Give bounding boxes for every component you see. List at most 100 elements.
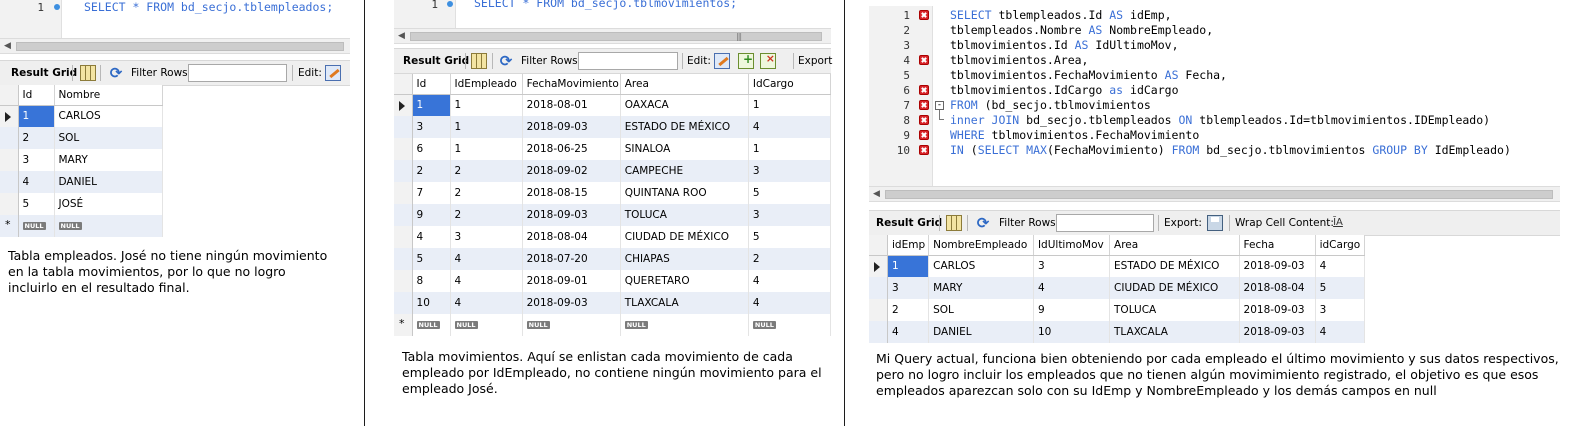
- table-cell[interactable]: 2: [18, 127, 55, 149]
- refresh-filter-icon[interactable]: ⟳: [498, 53, 514, 69]
- table-cell[interactable]: 3: [412, 116, 451, 138]
- editor-hscrollbar[interactable]: ◀ |||: [394, 28, 831, 44]
- table-row[interactable]: 1 CARLOS: [0, 105, 163, 127]
- table-cell[interactable]: JOSÉ: [54, 193, 163, 215]
- column-header[interactable]: Nombre: [54, 85, 163, 106]
- filter-rows-input[interactable]: [1056, 214, 1154, 232]
- table-cell[interactable]: 2: [887, 299, 930, 321]
- table-cell[interactable]: 4: [748, 270, 832, 292]
- editor-hscrollbar[interactable]: ◀: [0, 38, 350, 54]
- table-row[interactable]: 3 MARY: [0, 149, 163, 171]
- table-cell[interactable]: 2: [450, 204, 523, 226]
- table-row[interactable]: 1 CARLOS 3 ESTADO DE MÉXICO 2018-09-03 4: [869, 255, 1366, 277]
- table-cell[interactable]: 2018-09-03: [522, 204, 621, 226]
- table-cell[interactable]: 2018-08-04: [522, 226, 621, 248]
- table-cell[interactable]: 2: [450, 182, 523, 204]
- sql-editor-query[interactable]: 1 SELECT tblempleados.Id AS idEmp, 2 tblemp…: [869, 6, 1560, 186]
- wrap-cell-icon[interactable]: ĪA: [1330, 215, 1346, 231]
- result-grid-tab[interactable]: Result Grid: [11, 61, 77, 85]
- table-row[interactable]: 7 2 2018-08-15 QUINTANA ROO 5: [394, 182, 832, 204]
- table-cell[interactable]: 2018-09-03: [522, 292, 621, 314]
- table-cell[interactable]: 2018-08-04: [1239, 277, 1316, 299]
- table-row[interactable]: 8 4 2018-09-01 QUERETARO 4: [394, 270, 832, 292]
- table-row[interactable]: 9 2 2018-09-03 TOLUCA 3: [394, 204, 832, 226]
- table-cell[interactable]: SOL: [928, 299, 1034, 321]
- scroll-left-icon[interactable]: ◀: [873, 189, 880, 199]
- table-cell[interactable]: 10: [412, 292, 451, 314]
- table-cell[interactable]: 6: [412, 138, 451, 160]
- table-cell[interactable]: CARLOS: [928, 255, 1034, 277]
- sql-editor-empleados[interactable]: 1 SELECT * FROM bd_secjo.tblempleados;: [0, 0, 350, 38]
- table-row[interactable]: 4 DANIEL 10 TLAXCALA 2018-09-03 4: [869, 321, 1366, 343]
- table-cell[interactable]: MARY: [54, 149, 163, 171]
- column-header[interactable]: Area: [620, 74, 749, 95]
- table-cell[interactable]: 4: [748, 116, 832, 138]
- table-cell[interactable]: 8: [412, 270, 451, 292]
- table-cell[interactable]: CHIAPAS: [620, 248, 749, 270]
- table-cell[interactable]: 1: [748, 94, 832, 116]
- export-icon[interactable]: [1207, 215, 1223, 231]
- new-row[interactable]: * NULL NULL: [0, 215, 163, 237]
- edit-icon[interactable]: [325, 65, 341, 81]
- row-header[interactable]: [0, 193, 19, 215]
- table-cell[interactable]: 2018-09-03: [522, 116, 621, 138]
- export-label[interactable]: Export: [798, 49, 832, 73]
- editor-hscrollbar[interactable]: ◀: [869, 186, 1560, 202]
- table-cell[interactable]: 3: [1315, 299, 1366, 321]
- table-cell[interactable]: 1: [450, 94, 523, 116]
- row-header[interactable]: *: [394, 314, 413, 336]
- table-cell[interactable]: ESTADO DE MÉXICO: [1109, 255, 1240, 277]
- table-cell[interactable]: 4: [748, 292, 832, 314]
- table-cell[interactable]: NULL: [748, 314, 832, 336]
- table-cell[interactable]: 5: [748, 182, 832, 204]
- table-cell[interactable]: 2: [412, 160, 451, 182]
- table-cell[interactable]: 4: [450, 248, 523, 270]
- table-cell[interactable]: 2018-08-01: [522, 94, 621, 116]
- table-row[interactable]: 3 MARY 4 CIUDAD DE MÉXICO 2018-08-04 5: [869, 277, 1366, 299]
- filter-rows-input[interactable]: [188, 64, 287, 82]
- table-cell[interactable]: 2018-09-01: [522, 270, 621, 292]
- row-header[interactable]: [869, 299, 888, 321]
- table-cell[interactable]: NULL: [412, 314, 451, 336]
- table-cell[interactable]: CIUDAD DE MÉXICO: [1109, 277, 1240, 299]
- column-header[interactable]: Fecha: [1239, 235, 1316, 256]
- table-cell[interactable]: 3: [1033, 255, 1111, 277]
- table-cell[interactable]: SOL: [54, 127, 163, 149]
- table-cell[interactable]: 3: [748, 204, 832, 226]
- column-header[interactable]: IdEmpleado: [450, 74, 523, 95]
- row-header[interactable]: [0, 149, 19, 171]
- table-row[interactable]: 2 SOL: [0, 127, 163, 149]
- table-row[interactable]: 4 DANIEL: [0, 171, 163, 193]
- fold-icon[interactable]: -: [935, 101, 944, 110]
- row-header[interactable]: [394, 138, 413, 160]
- table-cell[interactable]: 2018-09-03: [1239, 255, 1316, 277]
- table-row[interactable]: 3 1 2018-09-03 ESTADO DE MÉXICO 4: [394, 116, 832, 138]
- table-cell[interactable]: 1: [748, 138, 832, 160]
- table-cell[interactable]: 2: [450, 160, 523, 182]
- table-cell[interactable]: 4: [887, 321, 930, 343]
- row-header[interactable]: [869, 255, 888, 277]
- table-cell[interactable]: 1: [450, 138, 523, 160]
- table-cell[interactable]: CIUDAD DE MÉXICO: [620, 226, 749, 248]
- table-row[interactable]: 2 SOL 9 TOLUCA 2018-09-03 3: [869, 299, 1366, 321]
- table-cell[interactable]: ESTADO DE MÉXICO: [620, 116, 749, 138]
- delete-row-icon[interactable]: [760, 52, 776, 69]
- table-cell[interactable]: SINALOA: [620, 138, 749, 160]
- add-row-icon[interactable]: [738, 52, 754, 69]
- table-cell[interactable]: 4: [1315, 321, 1366, 343]
- table-row[interactable]: 10 4 2018-09-03 TLAXCALA 4: [394, 292, 832, 314]
- row-header[interactable]: [394, 116, 413, 138]
- table-cell[interactable]: 2: [748, 248, 832, 270]
- row-header[interactable]: [0, 105, 19, 127]
- filter-rows-input[interactable]: [578, 52, 678, 70]
- row-header[interactable]: [394, 160, 413, 182]
- table-cell[interactable]: NULL: [522, 314, 621, 336]
- table-cell[interactable]: 2018-08-15: [522, 182, 621, 204]
- table-cell[interactable]: 4: [1033, 277, 1111, 299]
- result-grid-tab[interactable]: Result Grid: [876, 211, 942, 235]
- table-cell[interactable]: 3: [887, 277, 930, 299]
- table-cell[interactable]: MARY: [928, 277, 1034, 299]
- column-header[interactable]: idCargo: [1315, 235, 1366, 256]
- row-header[interactable]: [869, 321, 888, 343]
- column-header[interactable]: NombreEmpleado: [928, 235, 1034, 256]
